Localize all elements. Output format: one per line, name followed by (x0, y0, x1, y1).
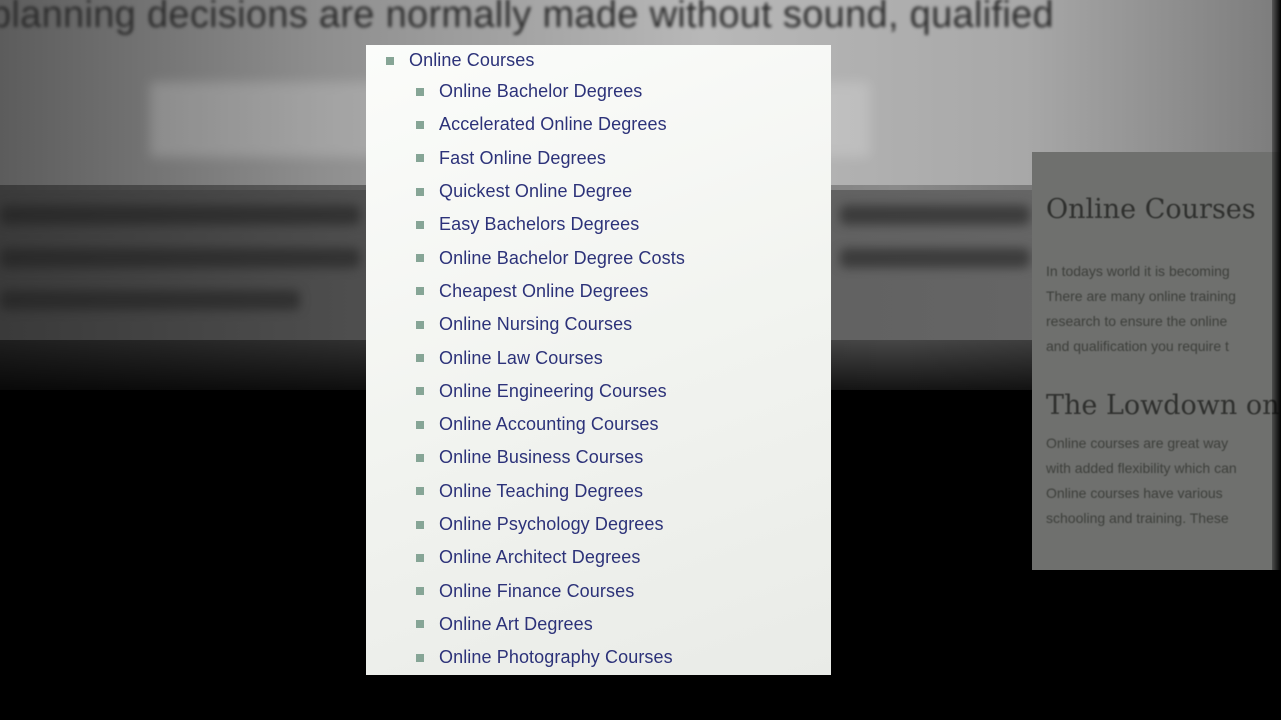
square-bullet-icon (416, 420, 424, 429)
menu-item[interactable]: Accelerated Online Degrees (416, 108, 685, 141)
sidebar-text-line: In todays world it is becoming (1046, 263, 1230, 279)
menu-item[interactable]: Easy Bachelors Degrees (416, 208, 685, 241)
square-bullet-icon (416, 154, 424, 163)
menu-item-link[interactable]: Online Photography Courses (439, 647, 673, 668)
square-bullet-icon (416, 553, 424, 562)
menu-item[interactable]: Online Psychology Degrees (416, 508, 685, 541)
menu-item-link[interactable]: Online Accounting Courses (439, 414, 659, 435)
menu-item-link[interactable]: Cheapest Online Degrees (439, 281, 648, 302)
menu-item[interactable]: Online Business Courses (416, 441, 685, 474)
menu-item[interactable]: Fast Online Degrees (416, 142, 685, 175)
menu-item-link[interactable]: Quickest Online Degree (439, 181, 632, 202)
menu-item[interactable]: Online Teaching Degrees (416, 475, 685, 508)
square-bullet-icon (416, 87, 424, 96)
menu-item-link[interactable]: Online Bachelor Degrees (439, 81, 642, 102)
sidebar-text-line: research to ensure the online (1046, 313, 1228, 329)
menu-item[interactable]: Online Architect Degrees (416, 541, 685, 574)
square-bullet-icon (416, 320, 424, 329)
sidebar-heading: The Lowdown on (1046, 390, 1280, 421)
square-bullet-icon (416, 453, 424, 462)
menu-item-link[interactable]: Online Law Courses (439, 348, 603, 369)
square-bullet-icon (416, 387, 424, 396)
square-bullet-icon (416, 287, 424, 296)
menu-item[interactable]: Online Bachelor Degrees (416, 75, 685, 108)
menu-item[interactable]: Online Photography Courses (416, 641, 685, 674)
sidebar-text-line: with added flexibility which can (1046, 460, 1237, 476)
square-bullet-icon (416, 187, 424, 196)
submenu-list: Online Bachelor Degrees Accelerated Onlin… (416, 75, 685, 674)
square-bullet-icon (416, 520, 424, 529)
sidebar-text-line: Online courses are great way (1046, 435, 1229, 451)
menu-item-link[interactable]: Online Business Courses (439, 447, 643, 468)
menu-item[interactable]: Online Bachelor Degree Costs (416, 241, 685, 274)
menu-item[interactable]: Online Art Degrees (416, 608, 685, 641)
menu-item-link[interactable]: Online Teaching Degrees (439, 481, 643, 502)
sidebar-heading: Online Courses (1046, 194, 1256, 225)
square-bullet-icon (416, 354, 424, 363)
square-bullet-icon (416, 254, 424, 263)
right-edge-shadow (1272, 0, 1281, 720)
sidebar-text-line: Online courses have various (1046, 485, 1223, 501)
sidebar-text-line: and qualification you require t (1046, 338, 1229, 354)
square-bullet-icon (416, 220, 424, 229)
menu-item-link[interactable]: Online Art Degrees (439, 614, 593, 635)
menu-item-link[interactable]: Easy Bachelors Degrees (439, 214, 639, 235)
menu-root-link[interactable]: Online Courses (409, 50, 534, 71)
square-bullet-icon (416, 620, 424, 629)
square-bullet-icon (416, 487, 424, 496)
menu-item[interactable]: Online Finance Courses (416, 574, 685, 607)
square-bullet-icon (416, 587, 424, 596)
menu-item-link[interactable]: Fast Online Degrees (439, 148, 606, 169)
square-bullet-icon (416, 120, 424, 129)
square-bullet-icon (386, 56, 394, 65)
menu-item[interactable]: Cheapest Online Degrees (416, 275, 685, 308)
sidebar-panel: Online Courses In todays world it is bec… (1032, 152, 1281, 570)
menu-item-link[interactable]: Online Finance Courses (439, 581, 634, 602)
menu-item[interactable]: Quickest Online Degree (416, 175, 685, 208)
menu-item-link[interactable]: Online Architect Degrees (439, 547, 641, 568)
sidebar-paragraph: Online courses are great way with added … (1046, 431, 1237, 531)
menu-item[interactable]: Online Nursing Courses (416, 308, 685, 341)
menu-item-link[interactable]: Online Engineering Courses (439, 381, 667, 402)
menu-item[interactable]: Online Accounting Courses (416, 408, 685, 441)
background-headline: planning decisions are normally made wit… (0, 0, 1054, 36)
menu-root-item[interactable]: Online Courses (386, 50, 534, 71)
courses-menu-panel: Online Courses Online Bachelor Degrees Ac… (366, 45, 831, 675)
menu-item[interactable]: Online Engineering Courses (416, 375, 685, 408)
menu-item-link[interactable]: Online Nursing Courses (439, 314, 632, 335)
menu-item-link[interactable]: Online Psychology Degrees (439, 514, 664, 535)
menu-item-link[interactable]: Online Bachelor Degree Costs (439, 248, 685, 269)
square-bullet-icon (416, 653, 424, 662)
menu-item[interactable]: Online Law Courses (416, 341, 685, 374)
sidebar-text-line: There are many online training (1046, 288, 1236, 304)
sidebar-paragraph: In todays world it is becoming There are… (1046, 259, 1236, 359)
sidebar-text-line: schooling and training. These (1046, 510, 1229, 526)
menu-item-link[interactable]: Accelerated Online Degrees (439, 114, 667, 135)
